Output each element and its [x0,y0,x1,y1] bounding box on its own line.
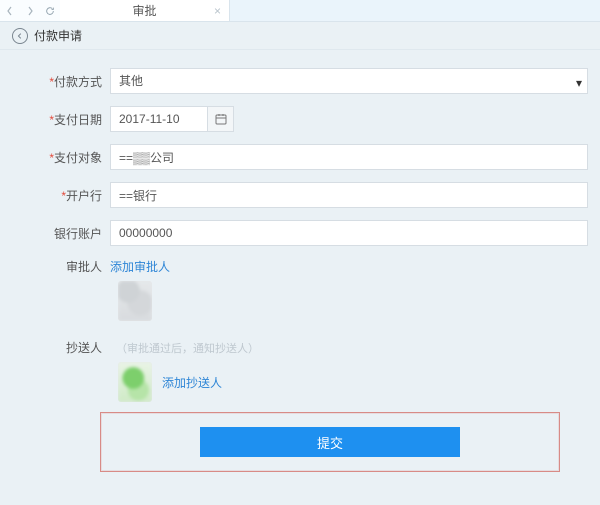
chevron-left-icon [5,6,15,16]
row-pay-method: *付款方式 其他 ▾ [10,68,590,94]
label-pay-method: *付款方式 [10,73,110,90]
calendar-button[interactable] [208,106,234,132]
label-cc: 抄送人 [10,339,110,356]
submit-frame: 提交 [100,412,560,472]
add-approver-link[interactable]: 添加审批人 [110,260,170,274]
form-content: *付款方式 其他 ▾ *支付日期 *支付对象 *开户行 银行账户 审批人 添加审… [0,50,600,482]
cc-avatar[interactable] [118,362,152,402]
label-pay-date: *支付日期 [10,111,110,128]
submit-button[interactable]: 提交 [200,427,460,457]
label-bank-account: 银行账户 [10,225,110,242]
chevron-right-icon [25,6,35,16]
pay-target-input[interactable] [110,144,588,170]
row-bank-account: 银行账户 [10,220,590,246]
tab-close-button[interactable]: × [214,4,221,18]
row-bank-open: *开户行 [10,182,590,208]
cc-avatar-row: 添加抄送人 [10,362,590,402]
row-pay-target: *支付对象 [10,144,590,170]
tab-label: 审批 [132,2,156,19]
label-approver: 审批人 [10,258,110,275]
row-approver: 审批人 添加审批人 [10,258,590,275]
bank-account-input[interactable] [110,220,588,246]
approver-avatar[interactable] [118,281,152,321]
tab-approval[interactable]: 审批 × [60,0,230,21]
row-pay-date: *支付日期 [10,106,590,132]
top-bar: 审批 × [0,0,600,22]
arrow-left-icon [16,32,24,40]
refresh-button[interactable] [40,0,60,21]
topbar-spacer [230,0,600,21]
label-bank-open: *开户行 [10,187,110,204]
back-button[interactable] [12,28,28,44]
label-pay-target: *支付对象 [10,149,110,166]
page-title: 付款申请 [34,27,82,44]
approver-avatar-block [10,281,590,321]
cc-hint: （审批通过后，通知抄送人） [116,343,259,355]
pay-method-select[interactable]: 其他 [110,68,588,94]
calendar-icon [215,113,227,125]
row-cc: 抄送人 （审批通过后，通知抄送人） [10,339,590,356]
pay-date-input[interactable] [110,106,208,132]
page-titlebar: 付款申请 [0,22,600,50]
bank-open-input[interactable] [110,182,588,208]
refresh-icon [45,6,55,16]
add-cc-link[interactable]: 添加抄送人 [162,374,222,391]
nav-forward-button[interactable] [20,0,40,21]
nav-back-button[interactable] [0,0,20,21]
